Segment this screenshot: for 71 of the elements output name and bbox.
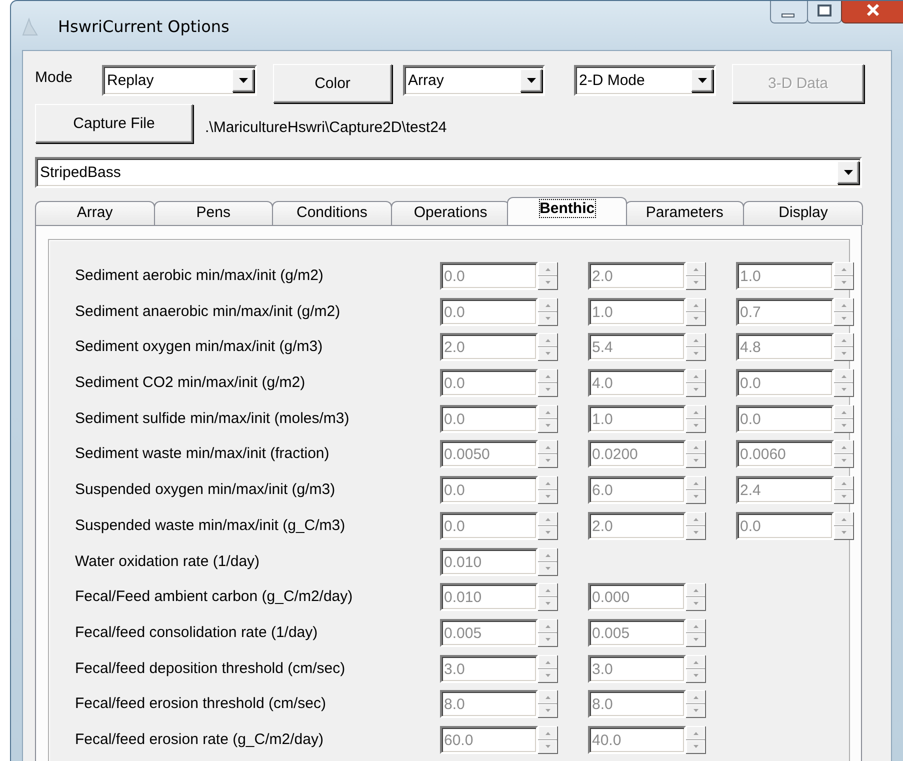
spinner-control[interactable]	[686, 476, 706, 504]
spinner-control[interactable]	[686, 262, 706, 290]
spinner-control[interactable]	[538, 298, 558, 326]
tab[interactable]: Parameters	[624, 201, 744, 225]
field-label: Sediment waste min/max/init (fraction)	[75, 444, 330, 464]
field-label: Sediment CO2 min/max/init (g/m2)	[75, 373, 306, 394]
tab[interactable]: Array	[35, 201, 155, 225]
spinner-control[interactable]	[538, 440, 558, 468]
dropdown[interactable]: Array	[403, 65, 545, 96]
field-label: Fecal/feed erosion rate (g_C/m2/day)	[75, 730, 324, 750]
app-icon	[21, 15, 39, 37]
field-label: Sediment sulfide min/max/init (moles/m3)	[75, 408, 350, 429]
field-label: Sediment anaerobic min/max/init (g/m2)	[75, 302, 342, 322]
spinner-control[interactable]	[834, 440, 854, 468]
field-label: Sediment oxygen min/max/init (g/m3)	[75, 337, 324, 358]
window-title: HswriCurrent Options	[58, 17, 230, 36]
dropdown[interactable]: StripedBass	[35, 157, 862, 188]
tab[interactable]: Display	[743, 201, 864, 225]
spinner-control[interactable]	[538, 654, 558, 683]
tab[interactable]: Conditions	[272, 201, 392, 225]
spinner-control[interactable]	[686, 298, 706, 326]
color-button[interactable]: Color	[273, 64, 392, 103]
spinner-control[interactable]	[538, 690, 558, 718]
dropdown[interactable]: 2-D Mode	[574, 65, 716, 96]
spinner-control[interactable]	[538, 369, 558, 398]
spinner-control[interactable]	[686, 512, 706, 540]
field-label: Sediment aerobic min/max/init (g/m2)	[75, 266, 324, 286]
spinner-control[interactable]	[538, 726, 558, 754]
spinner-control[interactable]	[834, 404, 854, 433]
spinner-control[interactable]	[538, 548, 558, 576]
field-label: Fecal/feed consolidation rate (1/day)	[75, 622, 319, 643]
field-label: Fecal/feed deposition threshold (cm/sec)	[75, 658, 346, 679]
spinner-control[interactable]	[538, 404, 558, 433]
spinner-control[interactable]	[834, 512, 854, 540]
file-path: .\MaricultureHswri\Capture2D\test24	[205, 119, 447, 136]
capture-file-button[interactable]: Capture File	[35, 104, 193, 143]
spinner-control[interactable]	[538, 333, 558, 362]
dropdown[interactable]: Replay	[102, 65, 257, 96]
spinner-control[interactable]	[834, 333, 854, 362]
field-label: Suspended oxygen min/max/init (g/m3)	[75, 480, 336, 500]
field-label: Fecal/feed erosion threshold (cm/sec)	[75, 694, 327, 714]
spinner-control[interactable]	[686, 440, 706, 468]
field-label: Suspended waste min/max/init (g_C/m3)	[75, 516, 346, 536]
spinner-control[interactable]	[686, 333, 706, 362]
caret-icon	[526, 78, 536, 83]
tab[interactable]: Pens	[154, 201, 274, 225]
spinner-control[interactable]	[686, 404, 706, 433]
close-button[interactable]	[841, 1, 903, 24]
spinner-control[interactable]	[834, 262, 854, 290]
spinner-control[interactable]	[834, 476, 854, 504]
spinner-control[interactable]	[834, 369, 854, 398]
spinner-control[interactable]	[686, 618, 706, 647]
caret-icon	[238, 78, 248, 83]
spinner-control[interactable]	[686, 369, 706, 398]
spinner-control[interactable]	[686, 654, 706, 683]
spinner-control[interactable]	[538, 618, 558, 647]
spinner-control[interactable]	[538, 262, 558, 290]
mode-label: Mode	[35, 69, 74, 86]
spinner-control[interactable]	[538, 476, 558, 504]
field-label: Water oxidation rate (1/day)	[75, 552, 261, 572]
spinner-control[interactable]	[538, 583, 558, 612]
spinner-control[interactable]	[686, 726, 706, 754]
caret-icon	[698, 78, 706, 83]
spinner-control[interactable]	[834, 298, 854, 326]
caret-icon	[844, 170, 852, 175]
minimize-button[interactable]	[770, 1, 808, 24]
spinner-control[interactable]	[686, 690, 706, 718]
field-label: Fecal/Feed ambient carbon (g_C/m2/day)	[75, 587, 354, 608]
spinner-control[interactable]	[686, 583, 706, 612]
tab[interactable]: Benthic	[507, 197, 627, 225]
spinner-control[interactable]	[538, 512, 558, 540]
